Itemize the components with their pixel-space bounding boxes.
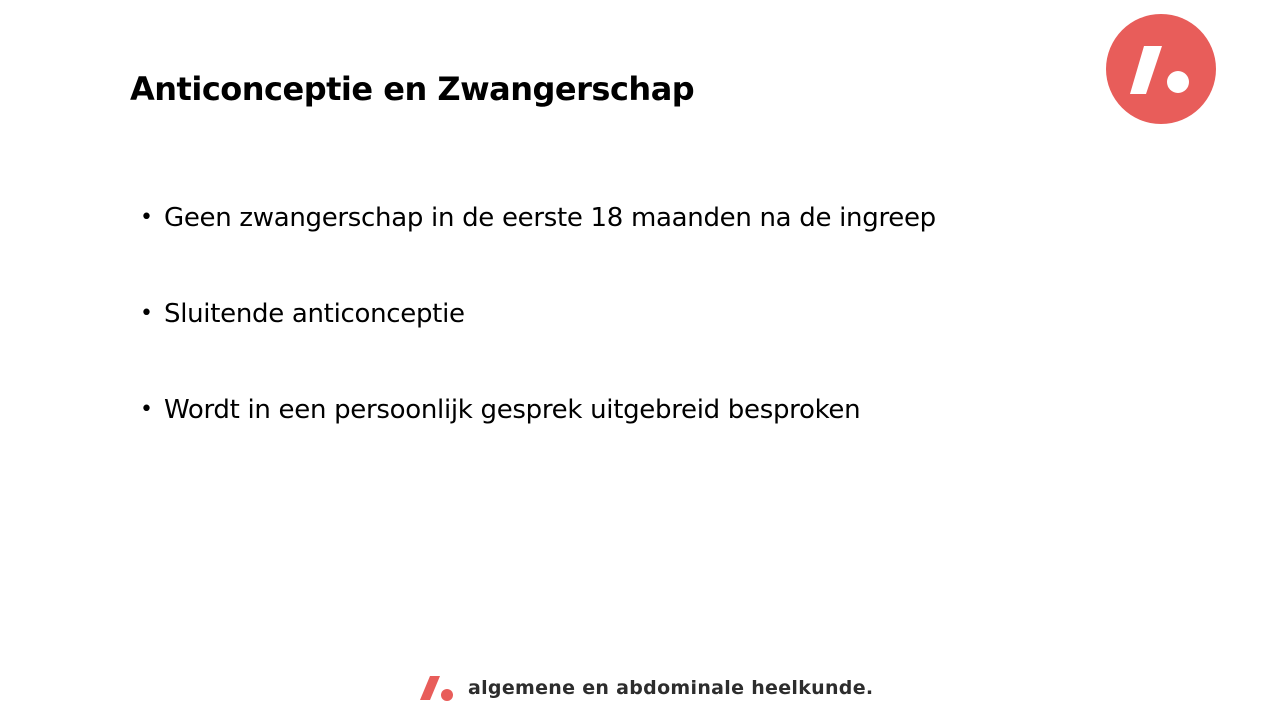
footer-brand: algemene en abdominale heelkunde.: [418, 668, 873, 708]
bullet-icon: •: [140, 205, 153, 230]
slide: Anticonceptie en Zwangerschap • Geen zwa…: [0, 0, 1280, 720]
footer-brand-text: algemene en abdominale heelkunde.: [468, 677, 874, 699]
slash-dot-logo-icon: [1106, 14, 1216, 124]
list-item: • Wordt in een persoonlijk gesprek uitge…: [140, 388, 936, 484]
list-item: • Geen zwangerschap in de eerste 18 maan…: [140, 196, 936, 292]
bullet-text: Geen zwangerschap in de eerste 18 maande…: [164, 203, 936, 233]
bullet-icon: •: [140, 397, 153, 422]
list-item: • Sluitende anticonceptie: [140, 292, 936, 388]
slash-dot-brand-icon: [420, 676, 453, 701]
bullet-icon: •: [140, 301, 153, 326]
bullet-list: • Geen zwangerschap in de eerste 18 maan…: [140, 196, 936, 484]
bullet-text: Sluitende anticonceptie: [164, 299, 465, 329]
slide-title: Anticonceptie en Zwangerschap: [130, 70, 695, 108]
bullet-text: Wordt in een persoonlijk gesprek uitgebr…: [164, 395, 861, 425]
